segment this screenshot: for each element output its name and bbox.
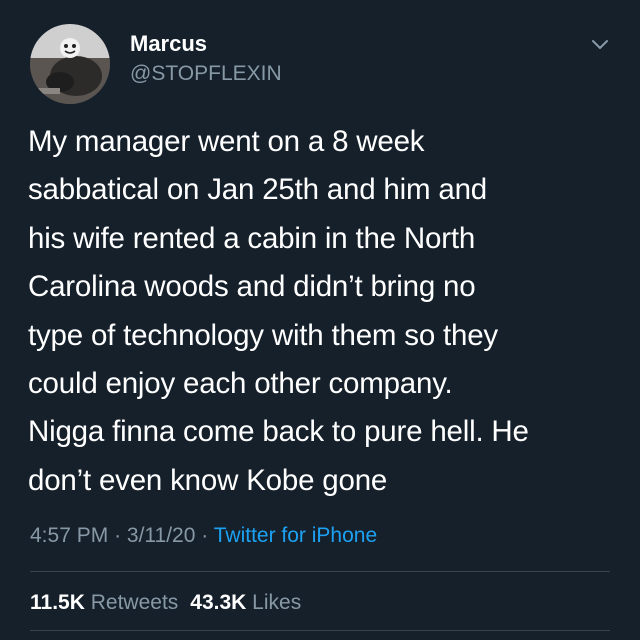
divider <box>30 571 610 572</box>
tweet-date[interactable]: 3/11/20 <box>127 524 196 547</box>
tweet-text: My manager went on a 8 week sabbatical o… <box>28 125 529 497</box>
meta-separator: · <box>114 524 122 547</box>
divider <box>30 630 610 631</box>
retweets-label: Retweets <box>90 591 179 614</box>
user-handle[interactable]: @STOPFLEXIN <box>130 60 282 88</box>
user-display-name[interactable]: Marcus <box>130 30 207 58</box>
likes-stat[interactable]: 43.3K Likes <box>190 591 301 614</box>
likes-count: 43.3K <box>190 591 247 614</box>
tweet-time[interactable]: 4:57 PM <box>30 524 108 547</box>
avatar-image <box>30 24 110 104</box>
tweet-card: Marcus @STOPFLEXIN My manager went on a … <box>0 0 640 640</box>
retweets-count: 11.5K <box>30 591 85 614</box>
tweet-meta: 4:57 PM · 3/11/20 · Twitter for iPhone <box>30 520 377 552</box>
tweet-source-link[interactable]: Twitter for iPhone <box>214 524 377 547</box>
tweet-stats: 11.5K Retweets 43.3K Likes <box>30 587 301 619</box>
meta-separator: · <box>201 524 209 547</box>
chevron-down-icon[interactable] <box>586 30 614 58</box>
retweets-stat[interactable]: 11.5K Retweets <box>30 591 178 614</box>
likes-label: Likes <box>252 591 302 614</box>
avatar[interactable] <box>30 24 110 104</box>
